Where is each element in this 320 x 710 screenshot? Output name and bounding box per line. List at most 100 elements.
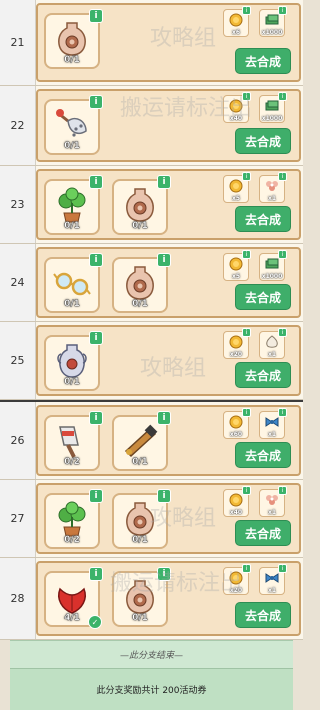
info-icon[interactable]: i bbox=[242, 486, 251, 495]
reward-slot[interactable]: i x6 bbox=[223, 6, 251, 37]
go-merge-button[interactable]: 去合成 bbox=[235, 128, 291, 154]
info-icon[interactable]: i bbox=[89, 9, 103, 23]
task-number: 25 bbox=[0, 322, 36, 399]
item-count: 0/1 bbox=[64, 299, 80, 309]
info-icon[interactable]: i bbox=[89, 175, 103, 189]
go-merge-button[interactable]: 去合成 bbox=[235, 602, 291, 628]
reward-quantity: x1 bbox=[267, 509, 277, 516]
reward-quantity: x40 bbox=[229, 509, 243, 516]
task-panel: i 0/1 i x20 i x1 去合成 bbox=[36, 325, 301, 396]
required-item[interactable]: i 0/1 bbox=[44, 175, 103, 235]
go-merge-button[interactable]: 去合成 bbox=[235, 442, 291, 468]
item-count: 0/2 bbox=[64, 457, 80, 467]
info-icon[interactable]: i bbox=[278, 6, 287, 15]
info-icon[interactable]: i bbox=[278, 486, 287, 495]
info-icon[interactable]: i bbox=[157, 253, 171, 267]
info-icon[interactable]: i bbox=[89, 411, 103, 425]
reward-quantity: x1 bbox=[267, 587, 277, 594]
info-icon[interactable]: i bbox=[242, 328, 251, 337]
paint-tube-icon bbox=[52, 421, 92, 461]
info-icon[interactable]: i bbox=[278, 172, 287, 181]
info-icon[interactable]: i bbox=[157, 175, 171, 189]
item-count: 0/1 bbox=[64, 141, 80, 151]
task-row: 25 i 0/1 i x20 i x1 去合成 bbox=[0, 322, 303, 400]
task-panel: i 0/2 i 0/1 i x40 i x1 去合成 bbox=[36, 483, 301, 554]
task-panel: i 4/1 ✓ i 0/1 i x20 i x1 去合成 bbox=[36, 561, 301, 636]
info-icon[interactable]: i bbox=[89, 489, 103, 503]
info-icon[interactable]: i bbox=[278, 92, 287, 101]
required-item[interactable]: i 0/2 bbox=[44, 411, 103, 471]
go-merge-button[interactable]: 去合成 bbox=[235, 48, 291, 74]
info-icon[interactable]: i bbox=[242, 408, 251, 417]
info-icon[interactable]: i bbox=[242, 172, 251, 181]
reward-quantity: x1 bbox=[267, 195, 277, 202]
reward-quantity: x1000 bbox=[261, 29, 283, 36]
vase-icon bbox=[120, 577, 160, 617]
required-item[interactable]: i 0/1 bbox=[112, 411, 171, 471]
reward-quantity: x20 bbox=[229, 351, 243, 358]
required-item[interactable]: i 4/1 ✓ bbox=[44, 567, 103, 629]
reward-slot[interactable]: i x20 bbox=[223, 564, 251, 595]
task-row: 27 i 0/2 i 0/1 i x40 i x1 去合成 bbox=[0, 480, 303, 558]
reward-slot[interactable]: i x60 bbox=[223, 408, 251, 439]
item-count: 0/1 bbox=[64, 221, 80, 231]
reward-slot[interactable]: i x1 bbox=[259, 328, 287, 359]
branch-total-reward: 此分支奖励共计 200活动券 bbox=[10, 668, 293, 710]
required-item[interactable]: i 0/1 bbox=[44, 9, 103, 69]
required-item[interactable]: i 0/1 bbox=[44, 253, 103, 313]
info-icon[interactable]: i bbox=[242, 92, 251, 101]
info-icon[interactable]: i bbox=[242, 250, 251, 259]
reward-slot[interactable]: i x1000 bbox=[259, 250, 287, 281]
branch-end-label: —此分支结束— bbox=[10, 640, 293, 668]
info-icon[interactable]: i bbox=[89, 331, 103, 345]
fan-icon bbox=[52, 105, 92, 145]
info-icon[interactable]: i bbox=[157, 567, 171, 581]
task-row: 28 i 4/1 ✓ i 0/1 i x20 i x1 去合成 bbox=[0, 558, 303, 640]
footer-left-margin bbox=[0, 640, 10, 710]
reward-quantity: x40 bbox=[229, 115, 243, 122]
reward-slot[interactable]: i x1 bbox=[259, 486, 287, 517]
info-icon[interactable]: i bbox=[242, 6, 251, 15]
info-icon[interactable]: i bbox=[157, 411, 171, 425]
info-icon[interactable]: i bbox=[278, 250, 287, 259]
go-merge-button[interactable]: 去合成 bbox=[235, 206, 291, 232]
required-item[interactable]: i 0/1 bbox=[44, 331, 103, 391]
task-number: 24 bbox=[0, 244, 36, 321]
reward-slot[interactable]: i x20 bbox=[223, 328, 251, 359]
required-item[interactable]: i 0/1 bbox=[112, 175, 171, 235]
info-icon[interactable]: i bbox=[278, 408, 287, 417]
info-icon[interactable]: i bbox=[89, 567, 103, 581]
reward-quantity: x1000 bbox=[261, 273, 283, 280]
required-item[interactable]: i 0/1 bbox=[112, 489, 171, 549]
task-row: 26 i 0/2 i 0/1 i x60 i x1 去合成 bbox=[0, 400, 303, 480]
reward-slot[interactable]: i x40 bbox=[223, 486, 251, 517]
info-icon[interactable]: i bbox=[89, 95, 103, 109]
reward-slot[interactable]: i x1 bbox=[259, 564, 287, 595]
item-count: 0/2 bbox=[64, 535, 80, 545]
required-item[interactable]: i 0/1 bbox=[44, 95, 103, 155]
info-icon[interactable]: i bbox=[157, 489, 171, 503]
reward-slot[interactable]: i x5 bbox=[223, 172, 251, 203]
go-merge-button[interactable]: 去合成 bbox=[235, 362, 291, 388]
reward-slot[interactable]: i x5 bbox=[223, 250, 251, 281]
go-merge-button[interactable]: 去合成 bbox=[235, 284, 291, 310]
reward-slot[interactable]: i x40 bbox=[223, 92, 251, 123]
vase-icon bbox=[52, 19, 92, 59]
required-item[interactable]: i 0/2 bbox=[44, 489, 103, 549]
reward-slot[interactable]: i x1000 bbox=[259, 6, 287, 37]
required-item[interactable]: i 0/1 bbox=[112, 253, 171, 313]
task-panel: i 0/1 i 0/1 i x5 i x1000 去合成 bbox=[36, 247, 301, 318]
vase-icon bbox=[120, 185, 160, 225]
info-icon[interactable]: i bbox=[242, 564, 251, 573]
required-item[interactable]: i 0/1 bbox=[112, 567, 171, 627]
amphora-icon bbox=[52, 341, 92, 381]
info-icon[interactable]: i bbox=[278, 564, 287, 573]
go-merge-button[interactable]: 去合成 bbox=[235, 520, 291, 546]
reward-quantity: x60 bbox=[229, 431, 243, 438]
info-icon[interactable]: i bbox=[89, 253, 103, 267]
reward-slot[interactable]: i x1 bbox=[259, 172, 287, 203]
reward-slot[interactable]: i x1000 bbox=[259, 92, 287, 123]
info-icon[interactable]: i bbox=[278, 328, 287, 337]
reward-slot[interactable]: i x1 bbox=[259, 408, 287, 439]
task-number: 22 bbox=[0, 86, 36, 165]
